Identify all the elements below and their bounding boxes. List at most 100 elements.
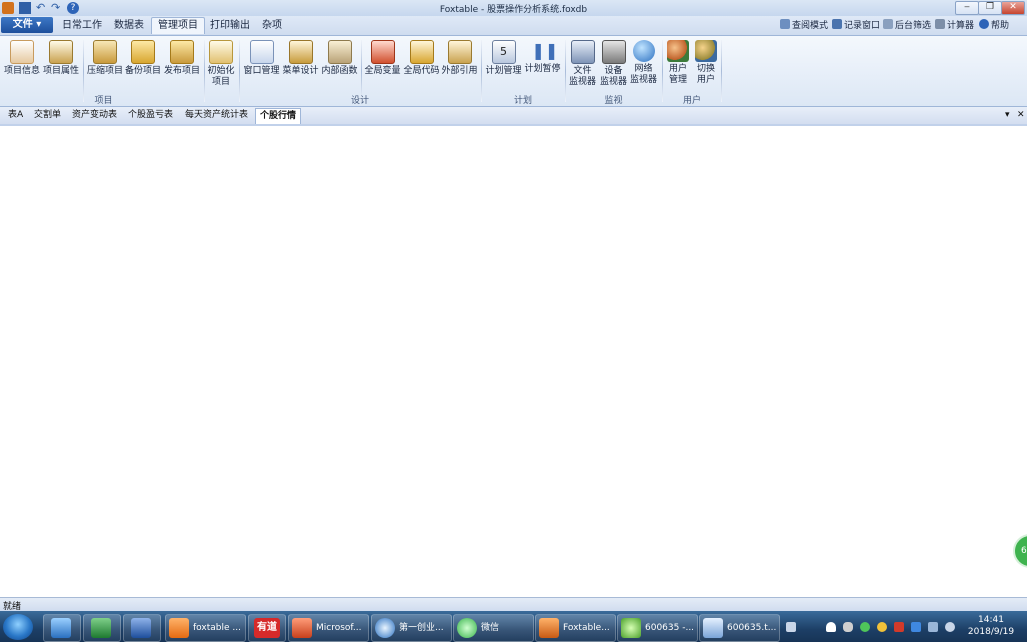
foxtable-icon (539, 618, 559, 638)
app-icon[interactable] (2, 2, 14, 14)
group-label-schedule: 计划 (513, 96, 532, 106)
ime-tray-icon[interactable] (911, 622, 921, 632)
network-monitor-button[interactable]: 网络 监视器 (629, 40, 658, 86)
help-label: 帮助 (991, 21, 1010, 31)
initialize-icon (209, 40, 233, 64)
workspace (0, 126, 1027, 596)
external-references-button[interactable]: 外部引用 (441, 40, 478, 77)
restore-button[interactable]: ❐ (978, 1, 1002, 15)
taskbar-label: 第一创业... (399, 623, 444, 633)
undo-icon[interactable]: ↶ (36, 2, 48, 14)
window-manager-button[interactable]: 窗口管理 (243, 40, 280, 77)
publish-project-label: 发布项目 (163, 66, 200, 76)
clock[interactable]: 14:41 2018/9/19 (965, 614, 1017, 638)
view-mode-button[interactable]: 查阅模式 (780, 19, 828, 33)
volume-icon[interactable] (945, 622, 955, 632)
publish-project-button[interactable]: 发布项目 (163, 40, 201, 77)
network-monitor-label: 网络 监视器 (629, 64, 657, 85)
calculator-button[interactable]: 计算器 (935, 19, 974, 33)
doc-tab-delivery-orders[interactable]: 交割单 (30, 108, 65, 123)
filter-icon (883, 19, 893, 29)
global-code-label: 全局代码 (403, 66, 440, 76)
help-button[interactable]: 帮助 (979, 19, 1009, 33)
project-properties-button[interactable]: 项目属性 (43, 40, 79, 77)
title-bar: Foxtable - 股票操作分析系统.foxdb (0, 0, 1027, 16)
tab-close-icon[interactable]: ✕ (1017, 110, 1025, 120)
taskbar-item-600635-a[interactable]: 600635 -... (617, 614, 698, 642)
doc-tab-stock-quotes[interactable]: 个股行情 (255, 108, 302, 124)
view-mode-label: 查阅模式 (792, 21, 829, 31)
menu-design-button[interactable]: 菜单设计 (282, 40, 319, 77)
user-management-button[interactable]: 用户 管理 (665, 40, 691, 86)
tab-daily-work[interactable]: 日常工作 (56, 18, 108, 34)
tab-dropdown-icon[interactable]: ▾ (1005, 110, 1010, 120)
globe-icon (632, 40, 655, 62)
doc-tab-daily-asset-stats[interactable]: 每天资产统计表 (181, 108, 252, 123)
security-tray-icon[interactable] (877, 622, 887, 632)
group-separator (721, 40, 722, 102)
tab-print-output[interactable]: 打印输出 (204, 18, 256, 34)
file-menu-label: 文件 (12, 19, 33, 30)
file-monitor-button[interactable]: 文件 监视器 (568, 40, 597, 88)
backup-project-button[interactable]: 备份项目 (125, 40, 161, 77)
taskbar-item-youdao[interactable]: 有道 (248, 614, 286, 642)
taskbar-item-microsoft[interactable]: Microsof... (288, 614, 369, 642)
notepad-icon (703, 618, 723, 638)
internal-functions-label: 内部函数 (321, 66, 358, 76)
flag-tray-icon[interactable] (894, 622, 904, 632)
project-properties-icon (49, 40, 73, 64)
device-monitor-button[interactable]: 设备 监视器 (599, 40, 628, 88)
tab-misc[interactable]: 杂项 (256, 18, 288, 34)
record-window-label: 记录窗口 (844, 21, 881, 31)
switch-user-button[interactable]: 切换 用户 (693, 40, 719, 86)
doc-tab-asset-changes[interactable]: 资产变动表 (68, 108, 121, 123)
window-title: Foxtable - 股票操作分析系统.foxdb (439, 5, 588, 15)
backup-icon (131, 40, 155, 64)
window-manager-icon (249, 40, 274, 64)
device-tray-icon[interactable] (928, 622, 938, 632)
taskbar-item-foxtable-browser[interactable]: foxtable ... (165, 614, 246, 642)
redo-icon[interactable]: ↷ (51, 2, 63, 14)
close-button[interactable]: ✕ (1001, 1, 1025, 15)
taskbar-label: Foxtable... (563, 623, 610, 633)
taskbar-excel[interactable] (83, 614, 121, 642)
group-label-monitor: 监视 (604, 96, 623, 106)
group-separator (204, 40, 205, 102)
background-filter-button[interactable]: 后台筛选 (883, 19, 931, 33)
schedule-pause-button[interactable]: ❚❚ 计划暂停 (524, 40, 561, 75)
doc-tab-table-a[interactable]: 表A (4, 108, 27, 123)
backup-project-label: 备份项目 (125, 66, 162, 76)
help-circle-icon (979, 19, 989, 29)
compress-project-button[interactable]: 压缩项目 (87, 40, 123, 77)
minimize-button[interactable]: ‒ (955, 1, 979, 15)
group-label-users: 用户 (682, 96, 701, 106)
doc-tab-stock-pnl[interactable]: 个股盈亏表 (124, 108, 177, 123)
taskbar-item-600635-b[interactable]: 600635.t... (699, 614, 780, 642)
internal-functions-button[interactable]: 内部函数 (321, 40, 358, 77)
taskbar-explorer[interactable] (43, 614, 81, 642)
tab-manage-project[interactable]: 管理项目 (151, 17, 205, 34)
device-monitor-label: 设备 监视器 (599, 66, 627, 87)
switch-user-label: 切换 用户 (696, 64, 715, 85)
tab-data-tables[interactable]: 数据表 (108, 18, 150, 34)
taskbar-item-wechat[interactable]: 微信 (453, 614, 534, 642)
schedule-manager-button[interactable]: 5 计划管理 (485, 40, 522, 77)
help-icon[interactable]: ? (67, 2, 79, 14)
notification-icon[interactable] (826, 622, 836, 632)
keyboard-icon[interactable] (786, 622, 796, 632)
record-window-button[interactable]: 记录窗口 (832, 19, 880, 33)
file-menu-button[interactable]: 文件 ▾ (1, 17, 53, 33)
wechat-tray-icon[interactable] (860, 622, 870, 632)
microphone-icon[interactable] (843, 622, 853, 632)
global-code-button[interactable]: 全局代码 (403, 40, 440, 77)
initialize-project-button[interactable]: 初始化 项目 (207, 40, 235, 88)
taskbar-item-first-capital[interactable]: 第一创业... (371, 614, 452, 642)
record-window-icon (832, 19, 842, 29)
save-icon[interactable] (19, 2, 31, 14)
start-button[interactable] (3, 614, 33, 640)
global-variables-button[interactable]: 全局变量 (364, 40, 401, 77)
taskbar-word[interactable] (123, 614, 161, 642)
taskbar-item-foxtable[interactable]: Foxtable... (535, 614, 616, 642)
project-properties-label: 项目属性 (43, 66, 80, 76)
project-info-button[interactable]: 项目信息 (4, 40, 40, 77)
